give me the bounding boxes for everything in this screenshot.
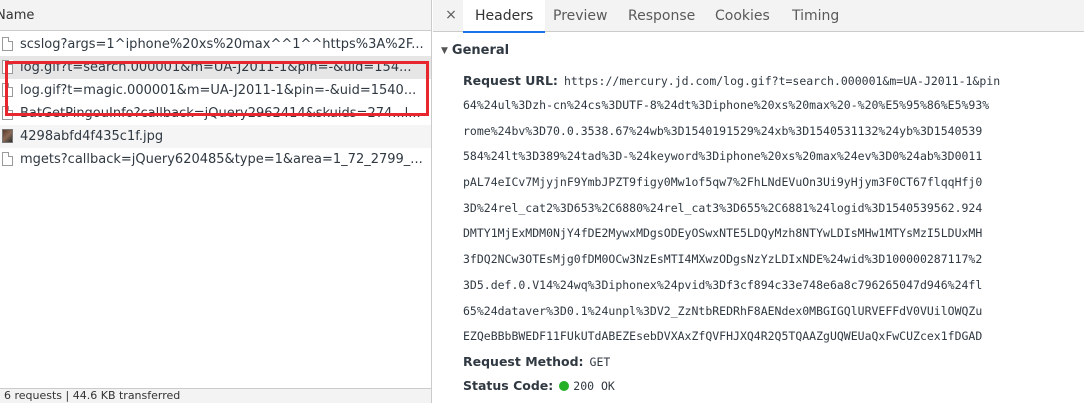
summary-status-bar: 6 requests | 44.6 KB transferred: [0, 388, 431, 403]
request-name: mgets?callback=jQuery620485&type=1&area=…: [20, 152, 423, 167]
request-url-row: Request URL: https://mercury.jd.com/log.g…: [433, 69, 1084, 93]
request-row-log-search[interactable]: log.gif?t=search.000001&m=UA-J2011-1&pin…: [0, 56, 431, 79]
request-url-continuation: 3fDQ2NCw3OTEsMjg0fDM0OCw3NzEsMTI4MXwzODg…: [463, 252, 983, 267]
section-title: General: [451, 43, 510, 58]
request-url-continuation: 64%24ul%3Dzh-cn%24cs%3DUTF-8%24dt%3Dipho…: [463, 98, 990, 112]
status-code-value: 200 OK: [573, 378, 615, 393]
request-url-continuation: EZQeBBbBWEDF11FUkUTdABEZEsebDVXAxZfQVFHJ…: [463, 329, 983, 344]
request-name: scslog?args=1^iphone%20xs%20max^^1^^http…: [20, 37, 424, 52]
request-method-row: Request Method: GET: [433, 350, 1084, 374]
tab-cookies[interactable]: Cookies: [703, 0, 782, 32]
request-url-continuation: pAL74eICv7MjyjnF9YmbJPZT9figy0Mw1of5qw7%…: [463, 175, 983, 190]
general-section-header[interactable]: ▼ General: [433, 33, 1084, 69]
request-url-label: Request URL:: [463, 73, 558, 88]
request-url-continuation: rome%24bv%3D70.0.3538.67%24wb%3D15401915…: [463, 123, 983, 138]
request-name: BatGetPingouInfo?callback=jQuery2962414&…: [20, 106, 421, 121]
request-row-scslog[interactable]: scslog?args=1^iphone%20xs%20max^^1^^http…: [0, 33, 431, 56]
tab-response[interactable]: Response: [616, 0, 707, 32]
request-url-value: https://mercury.jd.com/log.gif?t=search.…: [563, 74, 1001, 88]
request-name: log.gif?t=search.000001&m=UA-J2011-1&pin…: [20, 60, 412, 75]
name-column-label: Name: [0, 8, 35, 23]
document-icon: [2, 60, 13, 74]
details-tabbar: × Headers Preview Response Cookies Timin…: [433, 0, 1084, 33]
status-code-label: Status Code:: [463, 377, 554, 393]
name-column-header[interactable]: Name: [0, 0, 431, 31]
image-thumbnail-icon: [2, 129, 13, 143]
summary-text: 6 requests | 44.6 KB transferred: [4, 389, 181, 402]
request-row-batgetpingou[interactable]: BatGetPingouInfo?callback=jQuery2962414&…: [0, 102, 431, 125]
document-icon: [2, 37, 13, 51]
triangle-down-icon: ▼: [441, 46, 448, 56]
request-url-continuation: 3D%24rel_cat2%3D653%2C6880%24rel_cat3%3D…: [463, 200, 983, 215]
status-code-row: Status Code: 200 OK: [433, 374, 1084, 398]
request-method-value: GET: [589, 354, 611, 369]
request-row-mgets[interactable]: mgets?callback=jQuery620485&type=1&area=…: [0, 148, 431, 171]
request-name: log.gif?t=magic.000001&m=UA-J2011-1&pin=…: [20, 83, 417, 98]
document-icon: [2, 83, 13, 97]
close-icon[interactable]: ×: [443, 7, 459, 23]
request-url-continuation: 3D5.def.0.V14%24wq%3Diphonex%24pvid%3Df3…: [463, 277, 983, 292]
document-icon: [2, 106, 13, 120]
request-list: scslog?args=1^iphone%20xs%20max^^1^^http…: [0, 33, 431, 171]
tab-preview[interactable]: Preview: [541, 0, 620, 32]
request-name: 4298abfd4f435c1f.jpg: [20, 129, 164, 144]
tab-timing[interactable]: Timing: [780, 0, 851, 32]
request-list-panel: Name scslog?args=1^iphone%20xs%20max^^1^…: [0, 0, 432, 403]
tab-headers[interactable]: Headers: [463, 0, 546, 33]
document-icon: [2, 152, 13, 166]
request-row-image[interactable]: 4298abfd4f435c1f.jpg: [0, 125, 431, 148]
request-url-continuation: 65%24dataver%3D0.1%24unpl%3DV2_ZzNtbREDR…: [463, 303, 983, 318]
status-ok-dot-icon: [559, 380, 570, 391]
request-method-label: Request Method:: [463, 353, 584, 369]
request-row-log-magic[interactable]: log.gif?t=magic.000001&m=UA-J2011-1&pin=…: [0, 79, 431, 102]
request-details-panel: × Headers Preview Response Cookies Timin…: [433, 0, 1084, 403]
headers-content: ▼ General Request URL: https://mercury.jd.…: [433, 33, 1084, 403]
request-url-continuation: DMTY1MjExMDM0NjY4fDE2MywxMDgsODEyOSwxNTE…: [463, 226, 983, 241]
request-url-continuation: 584%24lt%3D389%24tad%3D-%24keyword%3Diph…: [463, 149, 983, 164]
